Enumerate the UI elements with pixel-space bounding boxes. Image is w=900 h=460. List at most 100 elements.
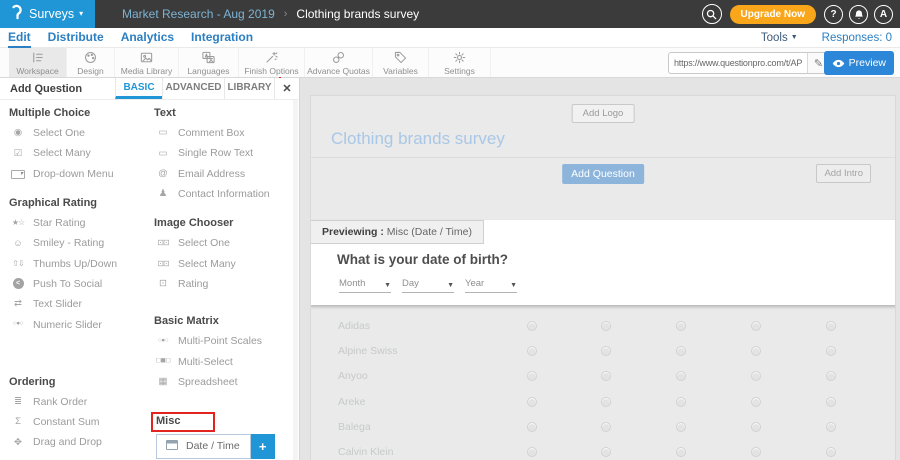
question-type-rating[interactable]: ⊡Rating bbox=[145, 274, 295, 294]
radio-button[interactable] bbox=[676, 371, 686, 381]
radio-button[interactable] bbox=[527, 371, 537, 381]
radio-button[interactable] bbox=[601, 346, 611, 356]
question-type-label: Select One bbox=[33, 127, 85, 139]
help-button[interactable]: ? bbox=[824, 5, 843, 24]
question-type-multi-point-scales[interactable]: ○●○Multi-Point Scales bbox=[145, 331, 295, 351]
question-type-rank-order[interactable]: ≣Rank Order bbox=[0, 392, 145, 412]
section-heading: Text bbox=[145, 106, 295, 123]
nav-tab-edit[interactable]: Edit bbox=[8, 28, 31, 48]
question-type-spreadsheet[interactable]: ▦Spreadsheet bbox=[145, 372, 295, 392]
question-type-push-to-social[interactable]: <Push To Social bbox=[0, 274, 145, 294]
toolbar-item-settings[interactable]: Settings bbox=[429, 48, 491, 77]
radio-button[interactable] bbox=[826, 371, 836, 381]
panel-tab-basic[interactable]: BASIC bbox=[115, 78, 162, 99]
constant-sum-icon: Σ bbox=[10, 417, 26, 427]
toolbar-item-media-library[interactable]: Media Library bbox=[115, 48, 179, 77]
radio-button[interactable] bbox=[826, 346, 836, 356]
question-type-email-address[interactable]: @Email Address bbox=[145, 164, 295, 184]
question-type-select-one[interactable]: ⊡⊡Select One bbox=[145, 233, 295, 253]
question-type-contact-information[interactable]: ♟Contact Information bbox=[145, 184, 295, 204]
radio-button[interactable] bbox=[601, 321, 611, 331]
misc-highlight-annotation: Misc bbox=[151, 412, 215, 432]
radio-button[interactable] bbox=[676, 346, 686, 356]
year-select[interactable]: Year▼ bbox=[465, 278, 517, 293]
dropdown-icon: ▾ bbox=[10, 168, 26, 179]
add-date-time-button[interactable]: + bbox=[251, 434, 275, 459]
question-type-date-time[interactable]: Date / Time bbox=[156, 434, 251, 459]
responses-count[interactable]: Responses: 0 bbox=[822, 32, 892, 44]
toolbar-item-finish-options[interactable]: Finish Options bbox=[239, 48, 305, 77]
radio-button[interactable] bbox=[527, 422, 537, 432]
panel-tab-advanced[interactable]: ADVANCED bbox=[162, 78, 224, 99]
day-select[interactable]: Day▼ bbox=[402, 278, 454, 293]
nav-tab-analytics[interactable]: Analytics bbox=[121, 28, 174, 48]
question-type-label: Single Row Text bbox=[178, 147, 253, 159]
single-row-text-icon: ▭ bbox=[155, 149, 171, 159]
tools-menu[interactable]: Tools▼ bbox=[761, 32, 798, 44]
radio-button[interactable] bbox=[751, 397, 761, 407]
radio-button[interactable] bbox=[751, 371, 761, 381]
month-select[interactable]: Month▼ bbox=[339, 278, 391, 293]
radio-button[interactable] bbox=[826, 397, 836, 407]
radio-button[interactable] bbox=[527, 447, 537, 457]
avatar[interactable]: A bbox=[874, 5, 893, 24]
question-type-comment-box[interactable]: ▭Comment Box bbox=[145, 123, 295, 143]
chevron-down-icon: ▼ bbox=[384, 282, 391, 289]
radio-button[interactable] bbox=[601, 371, 611, 381]
radio-button[interactable] bbox=[826, 447, 836, 457]
radio-button[interactable] bbox=[601, 397, 611, 407]
survey-title[interactable]: Clothing brands survey bbox=[331, 129, 505, 149]
radio-button[interactable] bbox=[601, 447, 611, 457]
toolbar-item-design[interactable]: Design bbox=[67, 48, 115, 77]
panel-tab-library[interactable]: LIBRARY bbox=[224, 78, 274, 99]
question-type-numeric-slider[interactable]: ○●○Numeric Slider bbox=[0, 314, 145, 334]
radio-button[interactable] bbox=[676, 447, 686, 457]
toolbar-item-languages[interactable]: Languages bbox=[179, 48, 239, 77]
add-question-button[interactable]: Add Question bbox=[562, 164, 644, 184]
question-type-drop-down-menu[interactable]: ▾Drop-down Menu bbox=[0, 164, 145, 184]
radio-button[interactable] bbox=[601, 422, 611, 432]
radio-button[interactable] bbox=[751, 447, 761, 457]
question-type-select-many[interactable]: ⊡⊡Select Many bbox=[145, 253, 295, 273]
radio-button[interactable] bbox=[676, 422, 686, 432]
add-logo-button[interactable]: Add Logo bbox=[572, 104, 635, 123]
toolbar-item-advance-quotas[interactable]: Advance Quotas bbox=[305, 48, 373, 77]
notifications-button[interactable] bbox=[849, 5, 868, 24]
question-type-single-row-text[interactable]: ▭ Single Row Text bbox=[145, 143, 295, 163]
panel-close-button[interactable]: ✕ bbox=[274, 78, 299, 99]
radio-button[interactable] bbox=[826, 321, 836, 331]
radio-button[interactable] bbox=[751, 321, 761, 331]
eye-icon bbox=[832, 59, 845, 68]
question-type-thumbs-up-down[interactable]: ⇧⇩Thumbs Up/Down bbox=[0, 253, 145, 273]
question-type-select-one[interactable]: ◉Select One bbox=[0, 123, 145, 143]
question-type-star-rating[interactable]: ★☆Star Rating bbox=[0, 213, 145, 233]
radio-button[interactable] bbox=[527, 321, 537, 331]
toolbar-item-variables[interactable]: Variables bbox=[373, 48, 429, 77]
question-type-select-many[interactable]: ☑Select Many bbox=[0, 143, 145, 163]
question-type-section: Ordering≣Rank OrderΣConstant Sum✥Drag an… bbox=[0, 375, 145, 453]
nav-tab-integration[interactable]: Integration bbox=[191, 28, 253, 48]
radio-button[interactable] bbox=[751, 346, 761, 356]
radio-button[interactable] bbox=[751, 422, 761, 432]
add-intro-button[interactable]: Add Intro bbox=[816, 164, 871, 183]
surveys-menu[interactable]: Surveys ▾ bbox=[0, 0, 95, 28]
nav-tab-distribute[interactable]: Distribute bbox=[48, 28, 104, 48]
question-type-drag-and-drop[interactable]: ✥Drag and Drop bbox=[0, 432, 145, 452]
radio-button[interactable] bbox=[527, 346, 537, 356]
question-type-smiley-rating[interactable]: ☺Smiley - Rating bbox=[0, 233, 145, 253]
radio-button[interactable] bbox=[676, 321, 686, 331]
share-url-input[interactable] bbox=[669, 53, 807, 73]
question-type-text-slider[interactable]: ⇄Text Slider bbox=[0, 294, 145, 314]
upgrade-now-button[interactable]: Upgrade Now bbox=[730, 5, 816, 24]
question-type-multi-select[interactable]: ◻◼◻Multi-Select bbox=[145, 351, 295, 371]
radio-button[interactable] bbox=[676, 397, 686, 407]
search-button[interactable] bbox=[702, 4, 722, 24]
breadcrumb-folder[interactable]: Market Research - Aug 2019 bbox=[122, 7, 275, 21]
question-type-constant-sum[interactable]: ΣConstant Sum bbox=[0, 412, 145, 432]
radio-button[interactable] bbox=[527, 397, 537, 407]
toolbar-item-workspace[interactable]: Workspace bbox=[9, 48, 67, 77]
chevron-down-icon: ▾ bbox=[79, 10, 83, 18]
preview-button[interactable]: Preview bbox=[824, 51, 894, 75]
panel-scrollbar[interactable] bbox=[293, 100, 298, 460]
radio-button[interactable] bbox=[826, 422, 836, 432]
